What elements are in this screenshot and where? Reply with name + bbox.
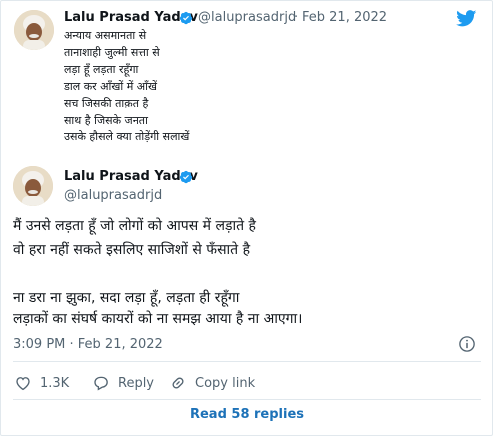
twitter-logo-icon[interactable]	[456, 10, 477, 27]
copy-link-label: Copy link	[195, 375, 256, 391]
read-replies-button[interactable]: Read 58 replies	[13, 403, 481, 425]
quoted-date[interactable]: Feb 21, 2022	[302, 10, 387, 25]
quoted-line: अन्याय असमानता से	[64, 29, 147, 42]
author-name[interactable]: Lalu Prasad Yadav	[64, 169, 198, 184]
author-avatar[interactable]	[13, 166, 53, 206]
reply-button[interactable]: Reply	[92, 373, 154, 393]
quoted-line: साथ है जिसके जनता	[64, 113, 148, 127]
like-button[interactable]: 1.3K	[14, 373, 69, 393]
tweet-card: Lalu Prasad Yadav @laluprasadrjd · Feb 2…	[0, 0, 493, 436]
reply-bubble-icon	[94, 376, 108, 391]
quoted-line: सच जिसकी ताक़त है	[64, 96, 149, 110]
tweet-timestamp[interactable]: 3:09 PM · Feb 21, 2022	[13, 337, 163, 352]
author-handle[interactable]: @laluprasadrjd	[64, 188, 162, 203]
quoted-tweet-text: अन्याय असमानता से तानाशाही जुल्मी सत्ता …	[64, 28, 189, 146]
tweet-line: वो हरा नहीं सकते इसलिए साजिशों से फँसाते…	[13, 242, 251, 258]
divider	[13, 361, 481, 362]
like-count: 1.3K	[40, 375, 70, 391]
quoted-author-name[interactable]: Lalu Prasad Yadav	[64, 10, 198, 25]
heart-icon	[16, 377, 30, 391]
tweet-line: ना डरा ना झुका, सदा लड़ा हूँ, लड़ता ही र…	[13, 290, 240, 306]
copy-link-button[interactable]: Copy link	[169, 373, 255, 393]
quoted-line: तानाशाही जुल्मी सत्ता से	[64, 45, 160, 59]
reply-label: Reply	[118, 375, 155, 391]
verified-badge-icon	[179, 11, 193, 25]
quoted-line: लड़ा हूँ लड़ता रहूँगा	[64, 62, 139, 76]
info-icon[interactable]	[458, 335, 476, 353]
divider	[13, 399, 481, 400]
tweet-line: लड़ाकों का संघर्ष कायरों को ना समझ आया ह…	[13, 311, 303, 327]
quoted-avatar[interactable]	[14, 10, 54, 50]
quoted-line: उसके हौसले क्या तोड़ेंगी सलाखें	[64, 130, 190, 144]
quoted-line: डाल कर आँखों में आँखें	[64, 79, 158, 93]
verified-badge-icon	[179, 170, 193, 184]
quoted-author-handle[interactable]: @laluprasadrjd	[198, 10, 296, 25]
link-icon	[172, 377, 184, 389]
tweet-line: मैं उनसे लड़ता हूँ जो लोगों को आपस में ल…	[13, 218, 256, 234]
separator-dot: ·	[294, 10, 299, 25]
